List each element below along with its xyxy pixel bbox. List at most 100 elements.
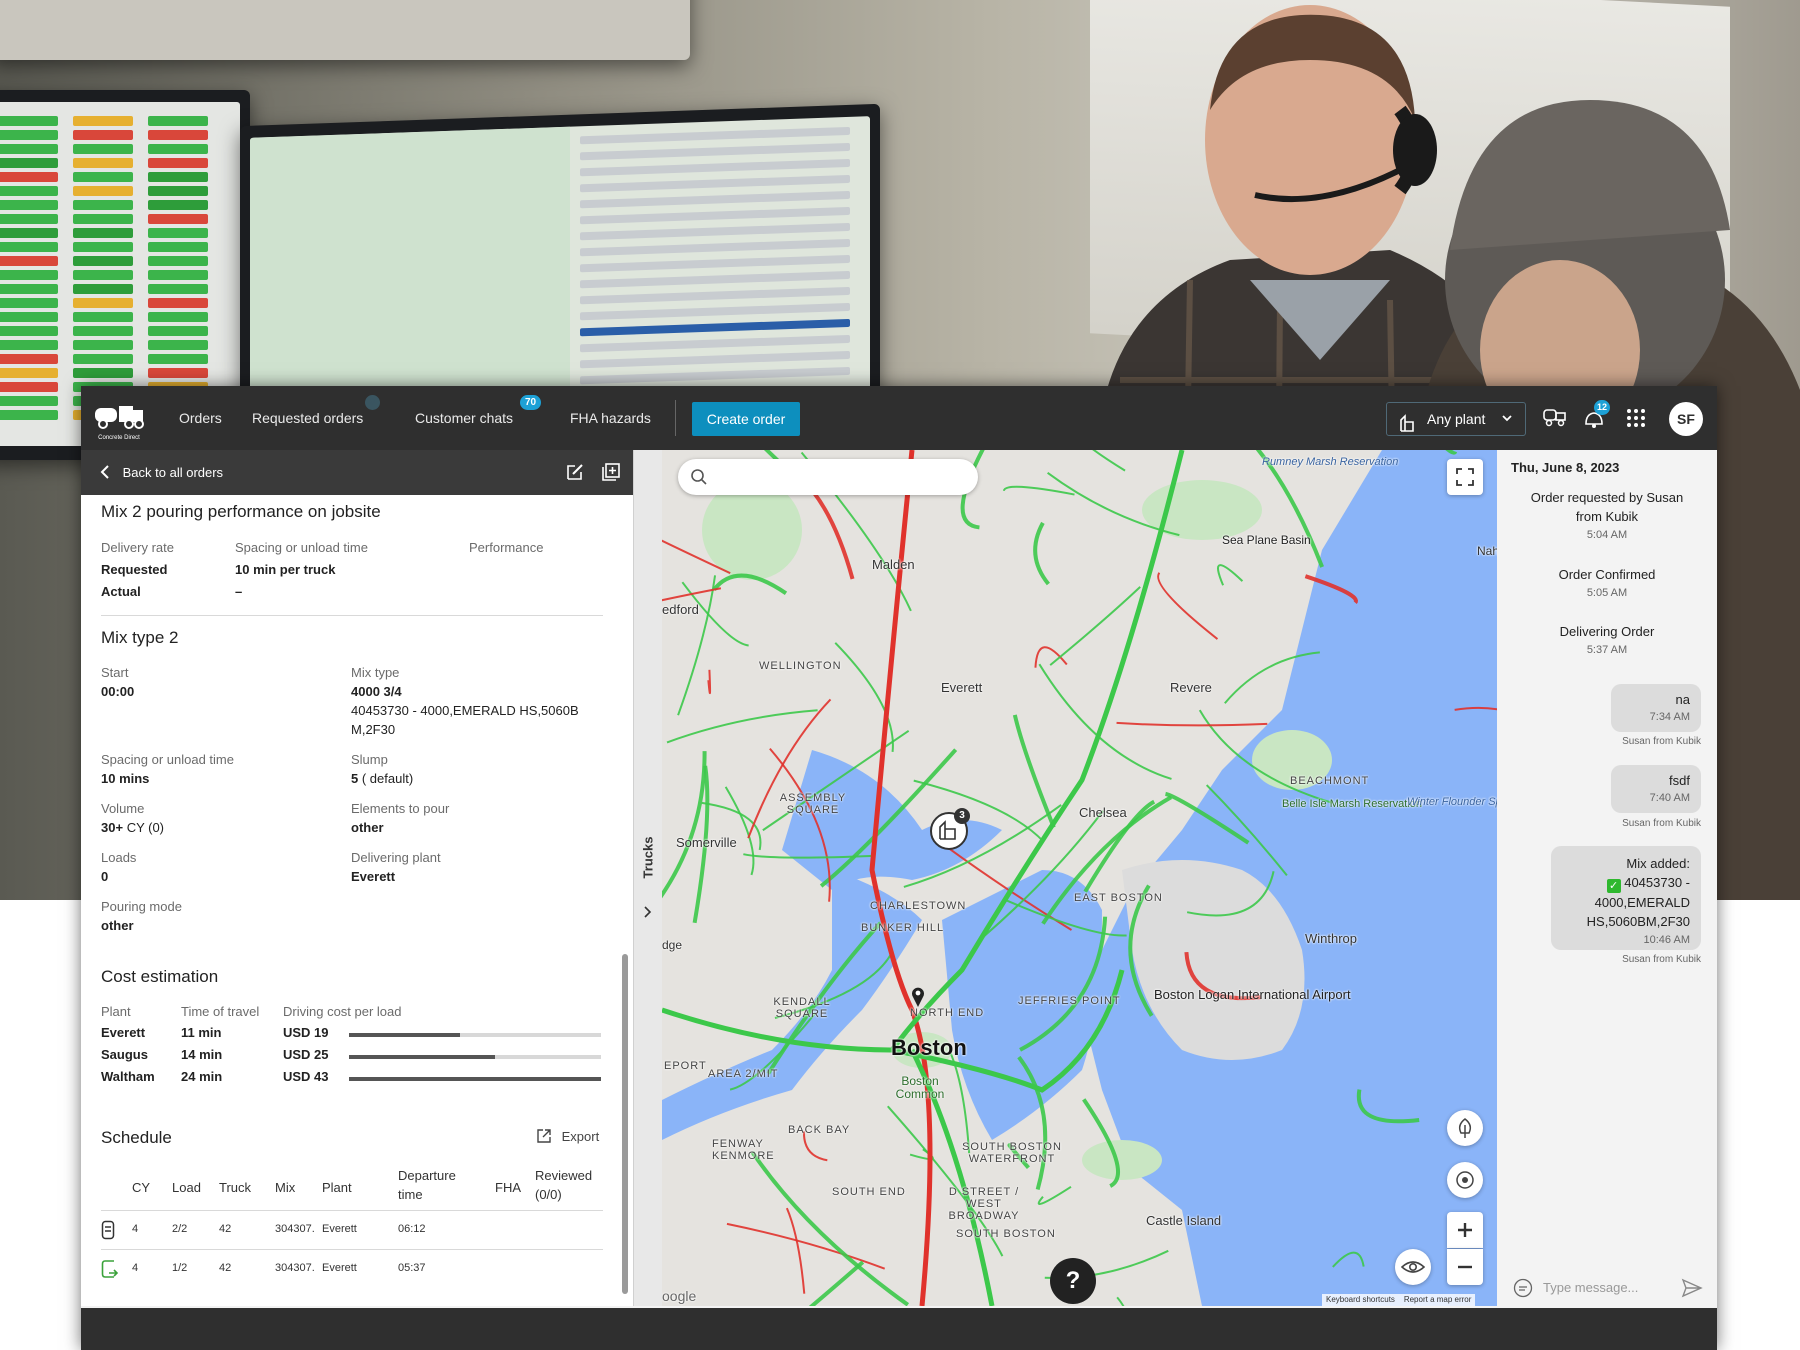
plant-select[interactable]: Any plant [1386,402,1526,436]
plant-icon [1399,411,1415,443]
nav-requested-orders[interactable]: Requested orders 0 [252,386,381,450]
export-label: Export [561,1129,600,1144]
cost-bar [349,1033,601,1037]
chevron-right-icon [644,906,652,918]
map-label: D STREET / WEST BROADWAY [948,1186,1020,1222]
trucks-drawer-tab[interactable]: Trucks [633,450,663,1306]
customer-chats-badge: 70 [520,395,542,410]
cell-cy: 4 [132,1223,139,1235]
slump-note: ( default) [361,771,414,786]
message-text-4: HS,5060BM,2F30 [1586,914,1690,929]
table-row[interactable]: 4 2/2 42 304307. Everett 06:12 [101,1211,603,1249]
col-performance: Performance [469,540,544,555]
target-icon [1456,1171,1474,1189]
cost-row-cost: USD 43 [283,1069,329,1084]
table-row[interactable]: 4 1/2 42 304307. Everett 05:37 [101,1250,603,1288]
message-text: fsdf [1669,773,1690,788]
elements-value: other [351,820,384,835]
cell-cy: 4 [132,1262,139,1274]
cost-bar-fill [349,1055,496,1059]
monitor-top [0,0,690,60]
chat-event: Order requested by Susan [1530,490,1684,505]
map-label: EPORT [664,1060,707,1072]
col-spacing: Spacing or unload time [235,540,368,555]
col-fha: FHA [495,1180,521,1195]
map-label: SOUTH BOSTON WATERFRONT [962,1141,1062,1165]
create-order-button[interactable]: Create order [692,402,800,436]
map-label: Revere [1170,680,1212,695]
emoji-icon[interactable] [1513,1278,1533,1298]
export-button[interactable]: Export [536,1128,599,1144]
chat-message: fsdf 7:40 AM [1611,765,1701,813]
eye-icon [1400,1261,1426,1273]
help-button[interactable]: ? [1050,1258,1096,1304]
top-navbar: Concrete Direct Orders Requested orders … [81,386,1717,450]
chat-message: Mix added: ✓ 40453730 - 4000,EMERALD HS,… [1551,846,1701,950]
cost-col-plant: Plant [101,1004,131,1019]
map-label: Somerville [676,835,737,850]
row-requested: Requested [101,562,168,577]
mix-type-label: Mix type [351,665,400,680]
cost-row-plant: Everett [101,1025,146,1040]
truck-cluster-marker[interactable]: 3 [930,808,970,850]
map-label: Chelsea [1079,805,1127,820]
back-label: Back to all orders [122,465,224,480]
cost-bar-fill [349,1033,460,1037]
trucks-tab-label: Trucks [640,836,656,879]
message-text-2: ✓ 40453730 - [1562,873,1690,893]
zoom-in-button[interactable] [1447,1212,1483,1248]
chat-message-input[interactable]: Type message... [1513,1276,1703,1300]
message-text-3: 4000,EMERALD [1594,895,1690,910]
nav-orders[interactable]: Orders [179,386,222,450]
map-label: Winthrop [1305,931,1358,946]
map-label: BACK BAY [788,1124,851,1136]
message-sender: Susan from Kubik [1622,954,1701,965]
row-requested-spacing: 10 min per truck [235,562,336,577]
map-label: CHARLESTOWN [870,900,967,912]
requested-orders-badge: 0 [365,395,381,410]
search-icon [691,469,707,485]
nav-fha-hazards[interactable]: FHA hazards [570,386,651,450]
send-icon[interactable] [1681,1278,1703,1298]
map-label: AREA 2/MIT [708,1068,779,1080]
fullscreen-button[interactable] [1447,459,1483,495]
trucks-icon[interactable] [1542,404,1572,434]
map-search-input[interactable] [678,459,978,495]
map-label: Nah [1477,544,1497,558]
brand-logo[interactable]: Concrete Direct [93,398,145,441]
cell-plant: Everett [322,1262,357,1274]
cost-row-cost: USD 19 [283,1025,329,1040]
map-label: Boston Common [895,1074,945,1101]
cell-truck: 42 [219,1262,232,1274]
plant-icon [939,820,956,840]
col-departure: Departure [398,1168,456,1183]
edit-icon[interactable] [565,462,585,487]
map-label: BEACHMONT [1290,775,1370,787]
map-label: edford [662,602,699,617]
map-view[interactable]: Rumney Marsh Reservation Malden edford S… [662,450,1497,1306]
col-load: Load [172,1180,201,1195]
duplicate-icon[interactable] [601,462,621,487]
chat-event: Delivering Order [1559,624,1655,639]
nav-customer-chats-label: Customer chats [415,410,514,426]
app-window: Concrete Direct Orders Requested orders … [81,386,1717,1350]
nav-divider [675,400,676,436]
visibility-toggle-button[interactable] [1395,1249,1431,1285]
nav-customer-chats[interactable]: Customer chats 70 [415,386,542,450]
back-button[interactable]: Back to all orders [99,450,223,495]
cost-row-plant: Saugus [101,1047,148,1062]
notifications-icon[interactable]: 12 [1580,400,1611,434]
keyboard-shortcuts-link[interactable]: Keyboard shortcuts [1326,1295,1395,1304]
mix-title: Mix type 2 [101,628,179,647]
panel-scrollbar[interactable] [622,954,628,1294]
jobsite-pin-icon[interactable] [910,986,926,1008]
map-label: Everett [941,680,983,695]
mix-type-value: 4000 3/4 [351,684,402,699]
tree-layer-button[interactable] [1447,1110,1483,1146]
zoom-out-button[interactable] [1447,1249,1483,1285]
report-error-link[interactable]: Report a map error [1404,1295,1472,1304]
user-avatar[interactable]: SF [1669,402,1703,436]
apps-grid-icon[interactable] [1622,404,1652,434]
recenter-button[interactable] [1447,1162,1483,1198]
message-text: Mix added: [1626,856,1690,871]
